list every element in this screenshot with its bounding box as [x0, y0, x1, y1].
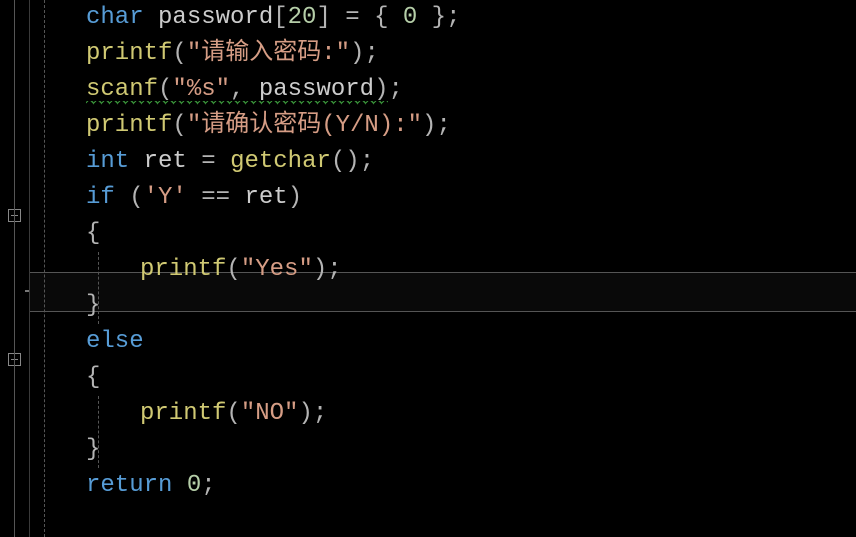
string-literal: "请输入密码:" [187, 40, 350, 67]
number-20: 20 [288, 4, 317, 31]
identifier-password: password [259, 76, 374, 103]
code-line-current[interactable]: printf("Yes"); [30, 252, 856, 288]
warning-squiggle: scanf("%s", password) [86, 76, 388, 105]
string-literal: "%s" [172, 76, 230, 103]
code-line[interactable]: { [30, 216, 856, 252]
string-literal: "Yes" [241, 256, 313, 283]
code-line[interactable]: scanf("%s", password); [30, 72, 856, 108]
code-line[interactable]: } [30, 432, 856, 468]
string-literal: "NO" [241, 400, 299, 427]
string-literal: "请确认密码(Y/N):" [187, 112, 422, 139]
func-printf: printf [140, 256, 226, 283]
keyword-return: return [86, 472, 172, 499]
fold-line-outer [14, 0, 15, 537]
number-0: 0 [403, 4, 417, 31]
code-area[interactable]: char password[20] = { 0 }; printf("请输入密码… [30, 0, 856, 537]
func-printf: printf [86, 112, 172, 139]
code-editor[interactable]: char password[20] = { 0 }; printf("请输入密码… [0, 0, 856, 537]
code-line[interactable]: if ('Y' == ret) [30, 180, 856, 216]
code-line[interactable]: printf("请输入密码:"); [30, 36, 856, 72]
keyword-int: int [86, 148, 129, 175]
func-printf: printf [86, 40, 172, 67]
code-line[interactable]: char password[20] = { 0 }; [30, 0, 856, 36]
char-literal-Y: 'Y' [144, 184, 187, 211]
number-0: 0 [187, 472, 201, 499]
gutter [0, 0, 30, 537]
identifier-ret: ret [144, 148, 187, 175]
code-line[interactable]: int ret = getchar(); [30, 144, 856, 180]
brace-open: { [86, 220, 100, 247]
brace-open: { [86, 364, 100, 391]
code-line[interactable]: else [30, 324, 856, 360]
identifier-password: password [158, 4, 273, 31]
identifier-ret: ret [244, 184, 287, 211]
keyword-char: char [86, 4, 144, 31]
func-getchar: getchar [230, 148, 331, 175]
code-line[interactable]: printf("NO"); [30, 396, 856, 432]
code-line[interactable]: printf("请确认密码(Y/N):"); [30, 108, 856, 144]
code-line[interactable]: return 0; [30, 468, 856, 504]
brace-close: } [86, 436, 100, 463]
operator-eq: == [201, 184, 230, 211]
func-printf: printf [140, 400, 226, 427]
code-line[interactable]: } [30, 288, 856, 324]
func-scanf: scanf [86, 76, 158, 103]
keyword-if: if [86, 184, 115, 211]
keyword-else: else [86, 328, 144, 355]
code-line[interactable]: { [30, 360, 856, 396]
brace-close: } [86, 292, 100, 319]
